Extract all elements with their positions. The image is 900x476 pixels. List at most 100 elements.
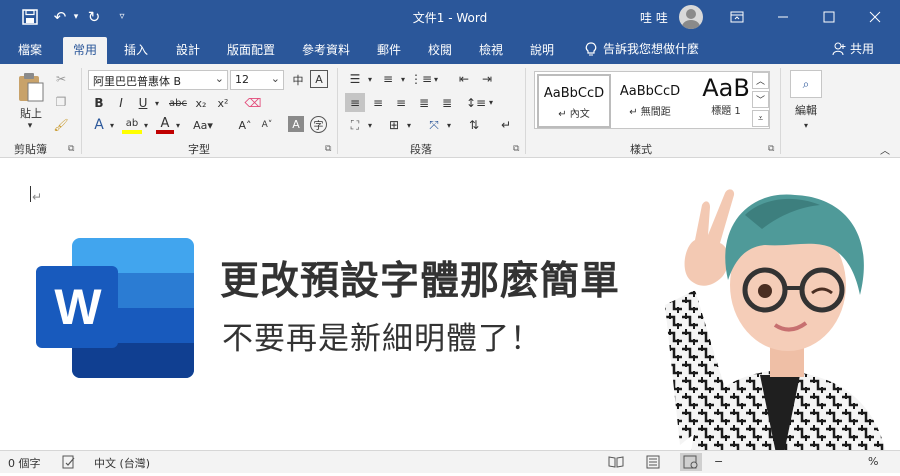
chevron-down-icon[interactable]: ⌄	[271, 72, 280, 85]
tab-help[interactable]: 說明	[530, 41, 554, 58]
language-indicator[interactable]: 中文 (台灣)	[94, 455, 150, 471]
paste-dropdown-icon[interactable]: ▾	[22, 120, 38, 132]
paste-button[interactable]: 貼上	[14, 106, 48, 120]
styles-scroll-up-icon[interactable]: ︿	[752, 72, 769, 89]
highlight-dropdown-icon[interactable]: ▾	[142, 116, 150, 134]
text-highlight-icon[interactable]: ab	[122, 116, 142, 134]
font-size-combo[interactable]: 12 ⌄	[230, 70, 284, 90]
tab-file[interactable]: 檔案	[18, 41, 42, 58]
tab-insert[interactable]: 插入	[124, 41, 148, 58]
word-logo-letter: W	[54, 279, 102, 335]
zoom-level[interactable]: %	[868, 455, 878, 468]
share-button[interactable]: 共用	[832, 40, 874, 57]
user-avatar[interactable]	[679, 5, 703, 29]
save-icon[interactable]	[20, 7, 40, 27]
clipboard-launcher-icon[interactable]: ⧉	[68, 144, 74, 154]
styles-scroll-down-icon[interactable]: ﹀	[752, 91, 769, 108]
proofing-icon[interactable]	[62, 455, 76, 472]
justify-icon[interactable]: ≣	[414, 93, 434, 112]
grow-font-icon[interactable]: A˄	[236, 116, 254, 134]
tab-references[interactable]: 參考資料	[302, 41, 350, 58]
multilevel-dropdown-icon[interactable]: ▾	[432, 70, 440, 88]
undo-dropdown-icon[interactable]: ▾	[66, 7, 86, 27]
align-center-icon[interactable]: ≡	[368, 93, 388, 112]
bullets-dropdown-icon[interactable]: ▾	[366, 70, 374, 88]
person-icon	[832, 42, 846, 55]
tab-layout[interactable]: 版面配置	[227, 41, 275, 58]
copy-icon[interactable]: ❐	[52, 93, 70, 111]
paste-icon[interactable]	[14, 70, 48, 104]
increase-indent-icon[interactable]: ⇥	[477, 70, 497, 88]
collapse-ribbon-icon[interactable]: ︿	[877, 142, 893, 157]
subscript-icon[interactable]: x₂	[192, 94, 210, 112]
italic-icon[interactable]: I	[112, 94, 130, 112]
user-name[interactable]: 哇 哇	[640, 9, 668, 26]
shrink-font-icon[interactable]: A˅	[258, 116, 276, 134]
find-icon[interactable]: ⌕	[790, 70, 822, 98]
styles-more-icon[interactable]: ⩡	[752, 110, 769, 127]
sort-icon[interactable]: ⇅	[464, 116, 484, 134]
close-icon[interactable]	[852, 0, 898, 34]
text-effects-icon[interactable]: A	[90, 116, 108, 134]
print-layout-icon[interactable]	[646, 455, 660, 472]
enclose-characters-icon[interactable]: 字	[310, 116, 327, 133]
numbering-icon[interactable]: ≡	[378, 70, 398, 88]
web-layout-icon[interactable]	[680, 453, 702, 471]
shading-icon[interactable]: ⛶	[345, 116, 365, 134]
borders-dropdown-icon[interactable]: ▾	[405, 116, 413, 134]
read-mode-icon[interactable]	[608, 455, 624, 471]
format-painter-icon[interactable]: 🖌	[52, 116, 70, 134]
font-launcher-icon[interactable]: ⧉	[325, 144, 331, 154]
show-hide-marks-icon[interactable]: ↵	[496, 116, 516, 134]
style-no-spacing[interactable]: AaBbCcD ↵ 無間距	[613, 74, 687, 128]
multilevel-list-icon[interactable]: ⋮≡	[410, 70, 432, 88]
tab-mailings[interactable]: 郵件	[377, 41, 401, 58]
clear-formatting-icon[interactable]: ⌫	[244, 94, 262, 112]
minimize-icon[interactable]	[760, 0, 806, 34]
ribbon-display-options-icon[interactable]	[714, 0, 760, 34]
redo-icon[interactable]: ↻	[84, 7, 104, 27]
editing-dropdown-icon[interactable]: ▾	[798, 119, 814, 131]
line-spacing-icon[interactable]: ↕≡	[466, 93, 486, 112]
asian-layout-icon[interactable]: ⤧	[424, 116, 444, 134]
paragraph-launcher-icon[interactable]: ⧉	[513, 144, 519, 154]
align-left-icon[interactable]: ≡	[345, 93, 365, 112]
style-normal[interactable]: AaBbCcD ↵ 內文	[537, 74, 611, 128]
superscript-icon[interactable]: x²	[214, 94, 232, 112]
word-count[interactable]: 0 個字	[8, 455, 41, 471]
decrease-indent-icon[interactable]: ⇤	[454, 70, 474, 88]
maximize-icon[interactable]	[806, 0, 852, 34]
bold-icon[interactable]: B	[90, 94, 108, 112]
asian-layout-dropdown-icon[interactable]: ▾	[445, 116, 453, 134]
cut-icon[interactable]: ✂	[52, 70, 70, 88]
customize-quick-access-icon[interactable]: ▿	[112, 7, 132, 27]
shading-dropdown-icon[interactable]: ▾	[366, 116, 374, 134]
styles-launcher-icon[interactable]: ⧉	[768, 144, 774, 154]
tell-me-box[interactable]: 告訴我您想做什麼	[585, 40, 699, 57]
underline-dropdown-icon[interactable]: ▾	[152, 94, 162, 112]
borders-icon[interactable]: ⊞	[384, 116, 404, 134]
font-name-combo[interactable]: 阿里巴巴普惠体 B ⌄	[88, 70, 228, 90]
tab-review[interactable]: 校閱	[428, 41, 452, 58]
editing-button[interactable]: 編輯	[786, 102, 826, 118]
character-border-icon[interactable]: A	[310, 70, 328, 88]
change-case-icon[interactable]: Aa▾	[190, 116, 216, 134]
numbering-dropdown-icon[interactable]: ▾	[399, 70, 407, 88]
font-color-icon[interactable]: A	[156, 116, 174, 134]
character-shading-icon[interactable]: A	[288, 116, 304, 132]
tab-home[interactable]: 常用	[63, 37, 108, 64]
phonetic-guide-icon[interactable]: 中	[288, 70, 308, 90]
text-effects-dropdown-icon[interactable]: ▾	[108, 116, 116, 134]
chevron-down-icon[interactable]: ⌄	[215, 72, 224, 85]
document-headline: 更改預設字體那麼簡單	[220, 259, 621, 304]
line-spacing-dropdown-icon[interactable]: ▾	[487, 93, 495, 112]
tab-view[interactable]: 檢視	[479, 41, 503, 58]
underline-icon[interactable]: U	[134, 94, 152, 112]
tab-design[interactable]: 設計	[176, 41, 200, 58]
align-right-icon[interactable]: ≡	[391, 93, 411, 112]
bullets-icon[interactable]: ☰	[345, 70, 365, 88]
strikethrough-icon[interactable]: abc	[167, 94, 189, 112]
font-color-dropdown-icon[interactable]: ▾	[174, 116, 182, 134]
distributed-icon[interactable]: ≣	[437, 93, 457, 112]
zoom-out-icon[interactable]: −	[714, 455, 723, 468]
